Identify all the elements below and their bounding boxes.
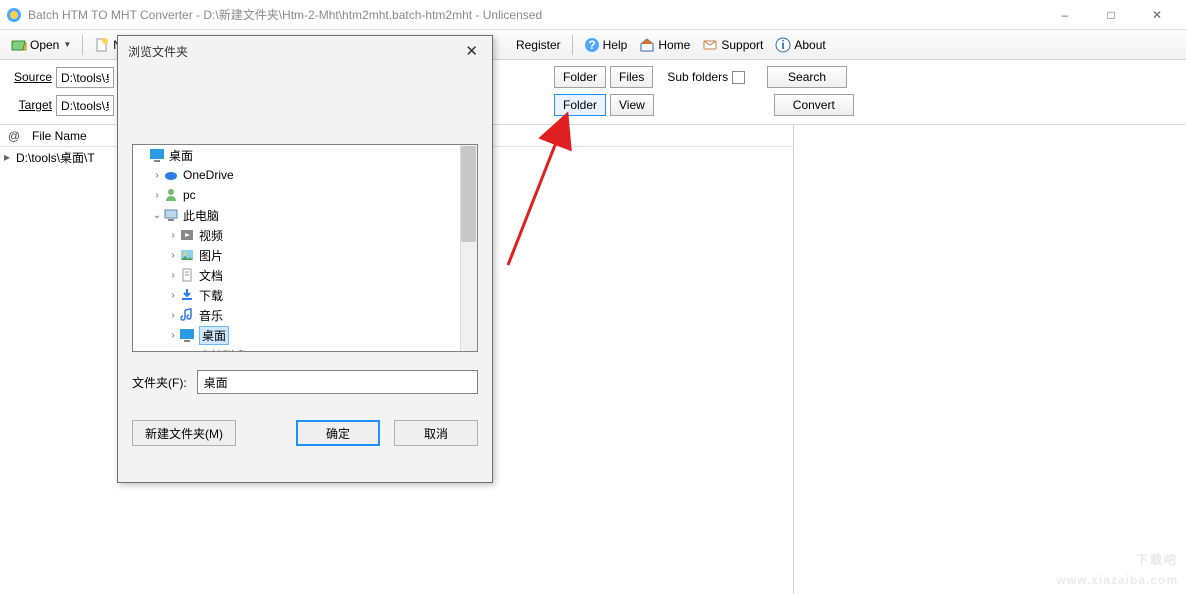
pc-icon bbox=[163, 207, 179, 223]
user-icon bbox=[163, 187, 179, 203]
tree-music[interactable]: ›音乐 bbox=[133, 305, 477, 325]
folder-name-input[interactable] bbox=[197, 370, 478, 394]
folder-tree[interactable]: 桌面 ›OneDrive ›pc ⌄此电脑 ›视频 ›图片 ›文档 ›下载 ›音… bbox=[132, 144, 478, 352]
support-button[interactable]: Support bbox=[697, 33, 768, 57]
downloads-icon bbox=[179, 287, 195, 303]
ok-button[interactable]: 确定 bbox=[296, 420, 380, 446]
dialog-title: 浏览文件夹 bbox=[128, 43, 188, 60]
svg-text:?: ? bbox=[588, 38, 595, 52]
expand-icon[interactable]: ▸ bbox=[4, 150, 16, 164]
tree-videos[interactable]: ›视频 bbox=[133, 225, 477, 245]
help-button[interactable]: ? Help bbox=[579, 33, 633, 57]
source-folder-button[interactable]: Folder bbox=[554, 66, 606, 88]
about-icon: i bbox=[775, 37, 791, 53]
subfolders-label: Sub folders bbox=[667, 70, 728, 84]
folder-name-row: 文件夹(F): bbox=[132, 370, 478, 394]
source-label: Source bbox=[8, 70, 52, 84]
dialog-titlebar: 浏览文件夹 ✕ bbox=[118, 36, 492, 66]
tree-documents[interactable]: ›文档 bbox=[133, 265, 477, 285]
support-icon bbox=[702, 37, 718, 53]
videos-icon bbox=[179, 227, 195, 243]
search-button[interactable]: Search bbox=[767, 66, 847, 88]
tree-downloads[interactable]: ›下载 bbox=[133, 285, 477, 305]
target-input[interactable] bbox=[56, 95, 114, 116]
file-path: D:\tools\桌面\T bbox=[16, 149, 95, 166]
watermark-sub: www.xiazaiba.com bbox=[1056, 573, 1178, 587]
onedrive-icon bbox=[163, 167, 179, 183]
register-label: Register bbox=[516, 38, 561, 52]
window-controls: – □ ✕ bbox=[1042, 1, 1180, 29]
dialog-buttons: 新建文件夹(M) 确定 取消 bbox=[132, 420, 478, 446]
open-icon bbox=[11, 37, 27, 53]
tree-scrollbar[interactable] bbox=[460, 145, 477, 351]
target-folder-button[interactable]: Folder bbox=[554, 94, 606, 116]
home-icon bbox=[639, 37, 655, 53]
help-icon: ? bbox=[584, 37, 600, 53]
tree-desktop-root[interactable]: 桌面 bbox=[133, 145, 477, 165]
about-label: About bbox=[794, 38, 825, 52]
tree-onedrive[interactable]: ›OneDrive bbox=[133, 165, 477, 185]
separator bbox=[82, 35, 83, 55]
about-button[interactable]: i About bbox=[770, 33, 830, 57]
maximize-button[interactable]: □ bbox=[1088, 1, 1134, 29]
tree-local-disk[interactable]: ›本地磁盘 (C:) bbox=[133, 345, 477, 352]
desktop-icon bbox=[149, 147, 165, 163]
minimize-button[interactable]: – bbox=[1042, 1, 1088, 29]
scrollbar-thumb[interactable] bbox=[461, 146, 476, 242]
support-label: Support bbox=[721, 38, 763, 52]
cancel-button[interactable]: 取消 bbox=[394, 420, 478, 446]
documents-icon bbox=[179, 267, 195, 283]
separator bbox=[572, 35, 573, 55]
tree-pictures[interactable]: ›图片 bbox=[133, 245, 477, 265]
help-label: Help bbox=[603, 38, 628, 52]
home-button[interactable]: Home bbox=[634, 33, 695, 57]
convert-button[interactable]: Convert bbox=[774, 94, 854, 116]
tree-desktop-selected[interactable]: ›桌面 bbox=[133, 325, 477, 345]
folder-label: 文件夹(F): bbox=[132, 374, 187, 391]
pictures-icon bbox=[179, 247, 195, 263]
open-button[interactable]: Open ▼ bbox=[6, 33, 76, 57]
source-input[interactable] bbox=[56, 67, 114, 88]
disk-icon bbox=[179, 347, 195, 352]
titlebar: Batch HTM TO MHT Converter - D:\新建文件夹\Ht… bbox=[0, 0, 1186, 30]
tree-pc-user[interactable]: ›pc bbox=[133, 185, 477, 205]
browse-folder-dialog: 浏览文件夹 ✕ 桌面 ›OneDrive ›pc ⌄此电脑 ›视频 ›图片 ›文… bbox=[117, 35, 493, 483]
window-title: Batch HTM TO MHT Converter - D:\新建文件夹\Ht… bbox=[28, 6, 1042, 23]
close-button[interactable]: ✕ bbox=[1134, 1, 1180, 29]
watermark: 下载吧 www.xiazaiba.com bbox=[1056, 535, 1178, 587]
tree-this-pc[interactable]: ⌄此电脑 bbox=[133, 205, 477, 225]
open-label: Open bbox=[30, 38, 59, 52]
watermark-main: 下载吧 bbox=[1136, 553, 1178, 567]
dropdown-icon: ▼ bbox=[63, 40, 71, 49]
dialog-spacer bbox=[118, 66, 492, 144]
target-label: Target bbox=[8, 98, 52, 112]
files-button[interactable]: Files bbox=[610, 66, 653, 88]
desktop-icon bbox=[179, 327, 195, 343]
file-right-panel bbox=[794, 125, 1186, 594]
at-column-header[interactable]: @ bbox=[0, 129, 28, 143]
home-label: Home bbox=[658, 38, 690, 52]
register-button[interactable]: Register bbox=[511, 33, 566, 57]
new-folder-button[interactable]: 新建文件夹(M) bbox=[132, 420, 236, 446]
app-icon bbox=[6, 7, 22, 23]
new-icon bbox=[94, 37, 110, 53]
view-button[interactable]: View bbox=[610, 94, 654, 116]
dialog-close-button[interactable]: ✕ bbox=[461, 42, 482, 60]
svg-text:i: i bbox=[782, 38, 785, 52]
subfolders-checkbox[interactable] bbox=[732, 71, 745, 84]
music-icon bbox=[179, 307, 195, 323]
